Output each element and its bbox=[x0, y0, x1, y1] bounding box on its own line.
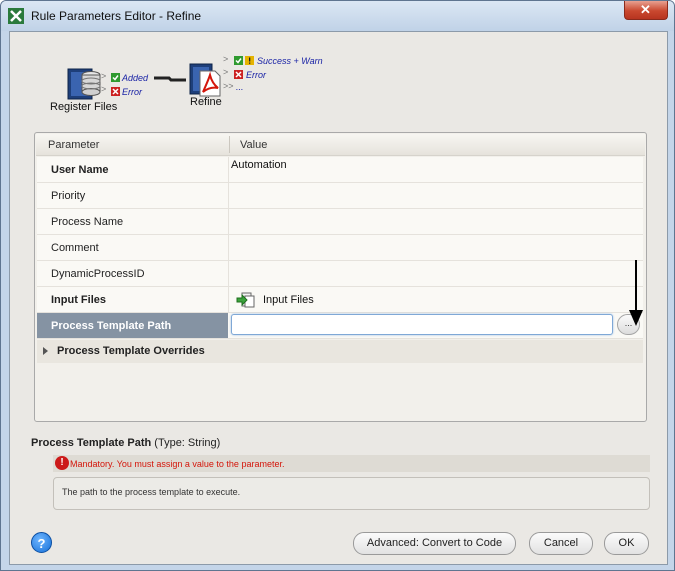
cell-divider bbox=[228, 261, 229, 286]
port-error: Error bbox=[122, 87, 142, 97]
cell-divider bbox=[228, 235, 229, 260]
advanced-convert-to-code-button[interactable]: Advanced: Convert to Code bbox=[353, 532, 516, 555]
error-x-icon bbox=[111, 87, 120, 96]
help-button[interactable]: ? bbox=[31, 532, 52, 553]
dialog-client-area: > Added > Error Register Files > Success… bbox=[9, 31, 668, 565]
description-box: The path to the process template to exec… bbox=[53, 477, 650, 510]
cell-divider bbox=[228, 157, 229, 182]
param-name: Input Files bbox=[51, 294, 106, 306]
column-header-value: Value bbox=[240, 139, 268, 151]
expand-triangle-icon[interactable] bbox=[43, 347, 48, 355]
parameter-grid: Parameter Value User Name Automation Pri… bbox=[34, 132, 647, 422]
mandatory-message: Mandatory. You must assign a value to th… bbox=[70, 459, 285, 469]
param-value-user-name[interactable]: Automation bbox=[231, 159, 287, 171]
cell-divider bbox=[228, 287, 229, 312]
success-check-icon bbox=[234, 56, 243, 65]
dialog-window: Rule Parameters Editor - Refine ✕ > Adde… bbox=[0, 0, 675, 571]
chevron-right-icon: > bbox=[223, 54, 229, 64]
description-param-name: Process Template Path bbox=[31, 437, 152, 449]
port-added: Added bbox=[122, 73, 149, 83]
param-row-input-files[interactable]: Input Files Input Files bbox=[37, 287, 643, 313]
description-param-type: (Type: String) bbox=[154, 437, 221, 449]
param-name: DynamicProcessID bbox=[51, 268, 145, 280]
cell-divider bbox=[228, 183, 229, 208]
param-row-comment[interactable]: Comment bbox=[37, 235, 643, 261]
cancel-button[interactable]: Cancel bbox=[529, 532, 593, 555]
close-button[interactable]: ✕ bbox=[624, 1, 668, 20]
param-value-input-files[interactable]: Input Files bbox=[263, 294, 314, 306]
param-name: Comment bbox=[51, 242, 99, 254]
param-row-user-name[interactable]: User Name Automation bbox=[37, 157, 643, 183]
connector-line bbox=[154, 76, 186, 82]
ok-button[interactable]: OK bbox=[604, 532, 649, 555]
refine-label: Refine bbox=[190, 96, 222, 108]
param-row-priority[interactable]: Priority bbox=[37, 183, 643, 209]
chevron-right-icon: > bbox=[101, 84, 107, 94]
close-icon: ✕ bbox=[640, 2, 651, 17]
column-header-parameter: Parameter bbox=[48, 139, 100, 151]
param-name: Priority bbox=[51, 190, 86, 202]
param-row-dynamic-process-id[interactable]: DynamicProcessID bbox=[37, 261, 643, 287]
port-more: ... bbox=[236, 82, 244, 92]
port-error: Error bbox=[246, 70, 266, 80]
param-name: Process Name bbox=[51, 216, 124, 228]
pdf-refine-icon[interactable] bbox=[189, 63, 223, 97]
column-divider[interactable] bbox=[229, 136, 230, 153]
database-icon[interactable] bbox=[67, 66, 103, 100]
down-arrow-icon bbox=[629, 260, 643, 326]
input-files-icon bbox=[236, 292, 255, 308]
process-template-path-input[interactable] bbox=[231, 314, 613, 335]
error-x-icon bbox=[234, 70, 243, 79]
title-bar: Rule Parameters Editor - Refine ✕ bbox=[1, 1, 674, 31]
register-files-label: Register Files bbox=[50, 101, 118, 113]
group-process-template-overrides[interactable]: Process Template Overrides bbox=[37, 340, 643, 363]
cell-divider bbox=[228, 209, 229, 234]
window-title: Rule Parameters Editor - Refine bbox=[31, 9, 202, 23]
param-row-process-template-path[interactable]: Process Template Path ... bbox=[37, 313, 643, 339]
app-icon bbox=[8, 8, 24, 24]
success-check-icon bbox=[111, 73, 120, 82]
group-name: Process Template Overrides bbox=[57, 345, 205, 357]
description-title: Process Template Path (Type: String) bbox=[31, 437, 220, 449]
param-name: User Name bbox=[51, 164, 109, 176]
port-success-warn: Success + Warn bbox=[257, 56, 323, 66]
description-text: The path to the process template to exec… bbox=[62, 487, 241, 497]
chevron-right-icon: > bbox=[223, 67, 229, 77]
param-row-process-name[interactable]: Process Name bbox=[37, 209, 643, 235]
chevron-right-icon: > bbox=[101, 71, 107, 81]
grid-header: Parameter Value bbox=[36, 134, 645, 156]
error-icon: ! bbox=[55, 456, 69, 470]
mandatory-banner: ! Mandatory. You must assign a value to … bbox=[53, 455, 650, 472]
double-chevron-icon: >> bbox=[223, 81, 234, 91]
param-name: Process Template Path bbox=[51, 320, 172, 332]
warning-icon bbox=[245, 56, 254, 65]
